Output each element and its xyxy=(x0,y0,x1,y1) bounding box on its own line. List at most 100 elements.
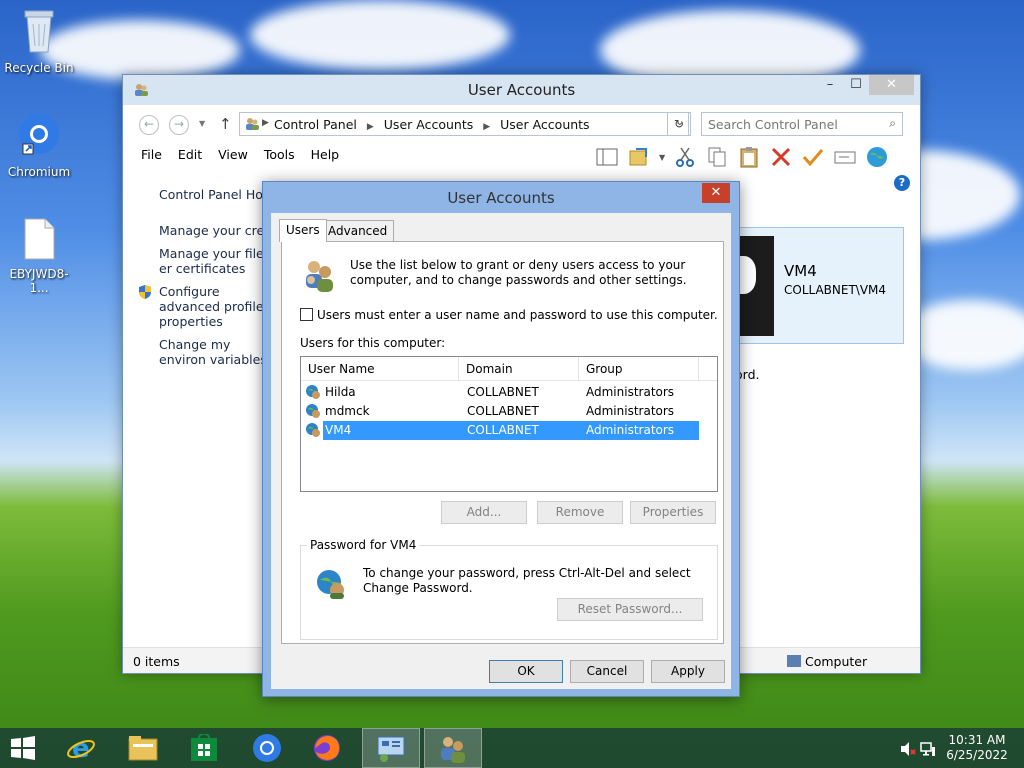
remove-user-button[interactable]: Remove xyxy=(537,501,623,524)
search-input[interactable]: Search Control Panel ⌕ xyxy=(701,112,903,136)
table-row[interactable]: mdmck COLLABNET Administrators xyxy=(305,402,699,421)
address-bar-row: ← → ▼ ↑ ▶ Control Panel ▶ User Accounts … xyxy=(123,109,920,137)
menu-tools[interactable]: Tools xyxy=(256,147,303,162)
taskbar-user-accounts[interactable] xyxy=(424,728,482,768)
forward-button[interactable]: → xyxy=(169,115,189,135)
search-placeholder: Search Control Panel xyxy=(708,117,838,132)
breadcrumb-separator-icon: ▶ xyxy=(262,118,269,128)
refresh-button[interactable]: ↻ xyxy=(667,112,691,136)
taskbar-chromium[interactable] xyxy=(238,728,296,768)
properties-button[interactable]: Properties xyxy=(630,501,716,524)
store-icon xyxy=(191,734,217,761)
file-icon xyxy=(24,218,55,260)
rename-icon[interactable] xyxy=(833,145,857,169)
menu-file[interactable]: File xyxy=(133,147,170,162)
chromium-icon xyxy=(19,114,59,155)
cancel-button[interactable]: Cancel xyxy=(570,660,644,683)
password-group: Password for VM4 To change your password… xyxy=(300,538,718,640)
clock[interactable]: 10:31 AM 6/25/2022 xyxy=(942,733,1012,763)
user-globe-icon xyxy=(317,570,344,599)
user-name-cell: VM4 xyxy=(325,423,352,437)
menu-view[interactable]: View xyxy=(210,147,256,162)
checkbox[interactable] xyxy=(300,308,313,321)
internet-explorer-icon: e xyxy=(67,734,95,763)
link-advanced-profile[interactable]: Configure advanced profile properties xyxy=(159,284,271,329)
table-row[interactable]: Hilda COLLABNET Administrators xyxy=(305,383,699,402)
user-domain: COLLABNET\VM4 xyxy=(784,283,887,297)
clock-date: 6/25/2022 xyxy=(946,748,1008,762)
globe-icon[interactable] xyxy=(865,145,889,169)
desktop-icon-recycle-bin[interactable]: Recycle Bin xyxy=(1,6,77,75)
avatar xyxy=(726,236,774,336)
link-manage-file-encryption[interactable]: Manage your file er certificates xyxy=(159,246,271,276)
layout-icon[interactable] xyxy=(595,145,619,169)
domain-cell: COLLABNET xyxy=(467,404,539,418)
dialog-title: User Accounts xyxy=(447,189,555,207)
user-accounts-dialog: User Accounts ✕ Users Advanced Use the l… xyxy=(262,181,740,697)
reset-password-button[interactable]: Reset Password... xyxy=(557,598,703,621)
tab-users[interactable]: Users xyxy=(279,219,327,242)
user-globe-icon xyxy=(306,385,320,399)
up-button[interactable]: ↑ xyxy=(219,115,232,133)
shield-icon xyxy=(139,285,151,299)
close-button[interactable]: ✕ xyxy=(869,75,914,95)
taskbar-internet-explorer[interactable]: e xyxy=(52,728,110,768)
menu-bar: File Edit View Tools Help xyxy=(133,147,347,162)
volume-muted-icon[interactable] xyxy=(900,741,916,757)
dialog-body: Users Advanced Use the list below to gra… xyxy=(271,213,731,689)
menu-edit[interactable]: Edit xyxy=(170,147,210,162)
table-row[interactable]: VM4 COLLABNET Administrators xyxy=(305,421,699,440)
group-cell: Administrators xyxy=(586,404,675,418)
folder-options-icon[interactable] xyxy=(627,145,651,169)
user-globe-icon xyxy=(306,423,320,437)
breadcrumb-separator-icon: ▶ xyxy=(483,122,491,132)
users-tab-panel: Use the list below to grant or deny user… xyxy=(281,241,724,644)
chevron-down-icon[interactable]: ▼ xyxy=(659,145,665,169)
taskbar-firefox[interactable] xyxy=(300,728,358,768)
desktop-icon-chromium[interactable]: Chromium xyxy=(1,112,77,179)
taskbar-store[interactable] xyxy=(176,728,234,768)
start-button[interactable] xyxy=(0,728,58,768)
dialog-close-button[interactable]: ✕ xyxy=(702,183,730,203)
back-button[interactable]: ← xyxy=(139,115,159,135)
user-globe-icon xyxy=(306,404,320,418)
folder-icon xyxy=(128,736,158,761)
help-icon[interactable]: ? xyxy=(894,175,910,191)
user-name: VM4 xyxy=(784,262,817,280)
cut-icon[interactable] xyxy=(673,145,697,169)
link-environment-variables[interactable]: Change my environ variables xyxy=(159,337,271,367)
taskbar-control-panel[interactable] xyxy=(362,728,420,768)
desktop-icon-file[interactable]: EBYJWD8-1... xyxy=(1,218,77,295)
search-icon: ⌕ xyxy=(889,116,896,130)
network-icon[interactable] xyxy=(920,741,936,757)
group-cell: Administrators xyxy=(586,423,675,437)
maximize-button[interactable]: ☐ xyxy=(843,75,869,95)
domain-cell: COLLABNET xyxy=(467,385,539,399)
minimize-button[interactable]: – xyxy=(817,75,843,95)
breadcrumb-current[interactable]: User Accounts xyxy=(500,117,589,132)
breadcrumb-user-accounts[interactable]: User Accounts xyxy=(384,117,473,132)
copy-icon[interactable] xyxy=(705,145,729,169)
menu-help[interactable]: Help xyxy=(303,147,348,162)
apply-button[interactable]: Apply xyxy=(651,660,725,683)
delete-icon[interactable] xyxy=(769,145,793,169)
desktop-icon-label: Chromium xyxy=(7,165,71,179)
computer-icon xyxy=(787,655,801,667)
checkbox-label: Users must enter a user name and passwor… xyxy=(317,308,718,322)
address-box[interactable]: ▶ Control Panel ▶ User Accounts ▶ User A… xyxy=(239,112,689,136)
users-list-label: Users for this computer: xyxy=(300,336,446,350)
paste-icon[interactable] xyxy=(737,145,761,169)
tab-advanced[interactable]: Advanced xyxy=(321,220,395,241)
group-cell: Administrators xyxy=(586,385,675,399)
recent-dropdown-icon[interactable]: ▼ xyxy=(199,119,205,128)
breadcrumb-control-panel[interactable]: Control Panel xyxy=(274,117,357,132)
add-user-button[interactable]: Add... xyxy=(441,501,527,524)
ok-button[interactable]: OK xyxy=(489,660,563,683)
require-login-checkbox[interactable]: Users must enter a user name and passwor… xyxy=(300,308,718,322)
svg-text:e: e xyxy=(72,734,90,763)
taskbar-file-explorer[interactable] xyxy=(114,728,172,768)
window-titlebar[interactable]: User Accounts – ☐ ✕ xyxy=(123,75,920,105)
users-list[interactable]: User Name Domain Group Hilda COLLABNET A… xyxy=(300,356,718,492)
taskbar: e 10:31 AM 6/25/2022 xyxy=(0,728,1024,768)
properties-check-icon[interactable] xyxy=(801,145,825,169)
